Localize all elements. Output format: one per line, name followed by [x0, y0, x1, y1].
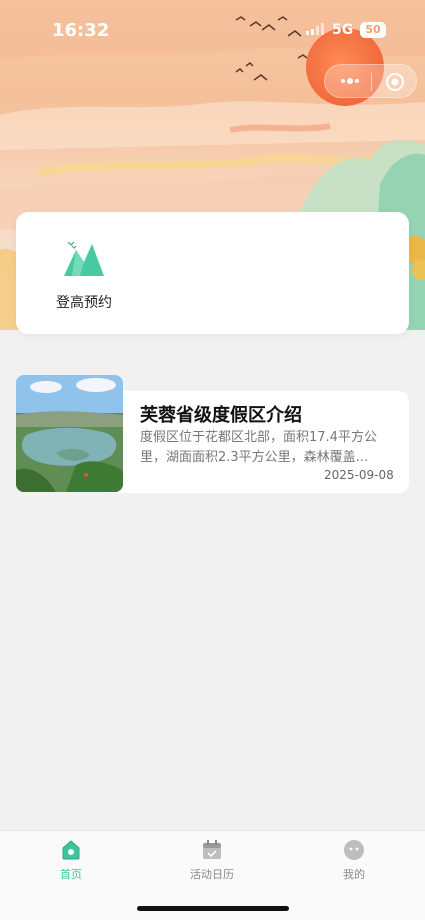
home-icon [62, 840, 80, 860]
tab-profile[interactable]: 我的 [314, 839, 394, 889]
status-bar: 16:32 5G 50 [0, 0, 425, 62]
network-type: 5G [332, 22, 354, 38]
tab-profile-label: 我的 [343, 868, 365, 881]
quick-entry-card: 登高预约 [16, 212, 409, 334]
climb-booking-label[interactable]: 登高预约 [56, 292, 112, 312]
more-options-icon[interactable] [339, 73, 361, 89]
article-card[interactable]: 芙蓉省级度假区介绍 度假区位于花都区北部，面积17.4平方公里，湖面面积2.3平… [16, 375, 409, 493]
article-description: 度假区位于花都区北部，面积17.4平方公里，湖面面积2.3平方公里，森林覆盖..… [140, 430, 377, 465]
tab-activity-calendar[interactable]: 活动日历 [172, 839, 252, 889]
battery-indicator: 50 [360, 22, 386, 38]
article-thumbnail[interactable] [16, 375, 123, 492]
signal-icon [306, 23, 324, 35]
status-time: 16:32 [52, 20, 110, 41]
tab-home-label: 首页 [60, 868, 82, 881]
miniprogram-capsule [324, 64, 417, 98]
calendar-icon [203, 840, 221, 859]
mountain-icon[interactable] [62, 238, 106, 278]
close-miniprogram-icon[interactable] [385, 72, 405, 92]
capsule-divider [371, 73, 372, 91]
article-title: 芙蓉省级度假区介绍 [140, 405, 302, 426]
tab-home[interactable]: 首页 [31, 839, 111, 889]
tab-activity-calendar-label: 活动日历 [190, 868, 234, 881]
article-date: 2025-09-08 [324, 468, 394, 482]
home-indicator [137, 906, 289, 911]
profile-icon [344, 840, 364, 860]
